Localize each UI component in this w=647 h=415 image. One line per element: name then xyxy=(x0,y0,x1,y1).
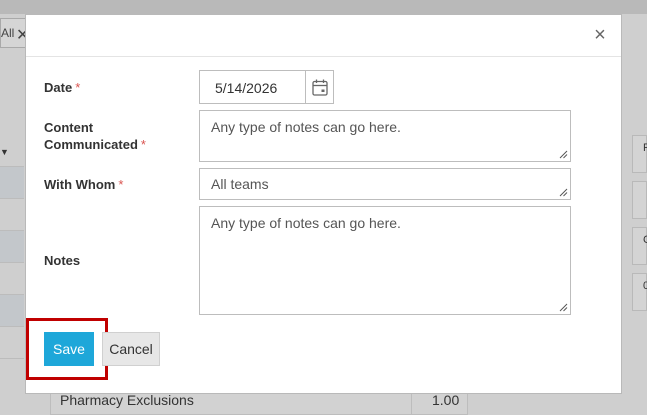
with-whom-label: With Whom * xyxy=(44,177,124,192)
date-value: 5/14/2026 xyxy=(215,80,278,96)
save-button[interactable]: Save xyxy=(44,332,94,366)
right-cell xyxy=(632,181,647,219)
background-right-column: F C 0 xyxy=(632,135,647,415)
content-communicated-label: Content Communicated * xyxy=(44,120,146,152)
cancel-button[interactable]: Cancel xyxy=(102,332,160,366)
modal-header: × xyxy=(26,15,621,57)
notes-label: Notes xyxy=(44,253,81,268)
close-icon[interactable]: × xyxy=(591,25,609,45)
date-label: Date * xyxy=(44,80,81,95)
table-row-label: Pharmacy Exclusions xyxy=(60,392,194,408)
content-communicated-textarea[interactable]: Any type of notes can go here. xyxy=(199,110,571,162)
required-mark: * xyxy=(140,137,146,152)
required-mark: * xyxy=(75,80,81,95)
right-cell: C xyxy=(632,227,647,265)
filter-chip-label: All xyxy=(1,26,15,40)
resize-grip-icon[interactable] xyxy=(559,150,568,159)
required-mark: * xyxy=(118,177,124,192)
resize-grip-icon[interactable] xyxy=(559,303,568,312)
notes-textarea[interactable]: Any type of notes can go here. xyxy=(199,206,571,315)
background-sidebar xyxy=(0,135,24,415)
background-topbar xyxy=(0,0,647,14)
with-whom-textarea[interactable]: All teams xyxy=(199,168,571,200)
resize-grip-icon[interactable] xyxy=(559,188,568,197)
date-input[interactable]: 5/14/2026 xyxy=(199,70,334,104)
modal-dialog: × Date * 5/14/2026 Content Communicated * … xyxy=(25,14,622,394)
right-cell: 0 xyxy=(632,273,647,311)
calendar-icon[interactable] xyxy=(305,71,333,103)
right-cell: F xyxy=(632,135,647,173)
